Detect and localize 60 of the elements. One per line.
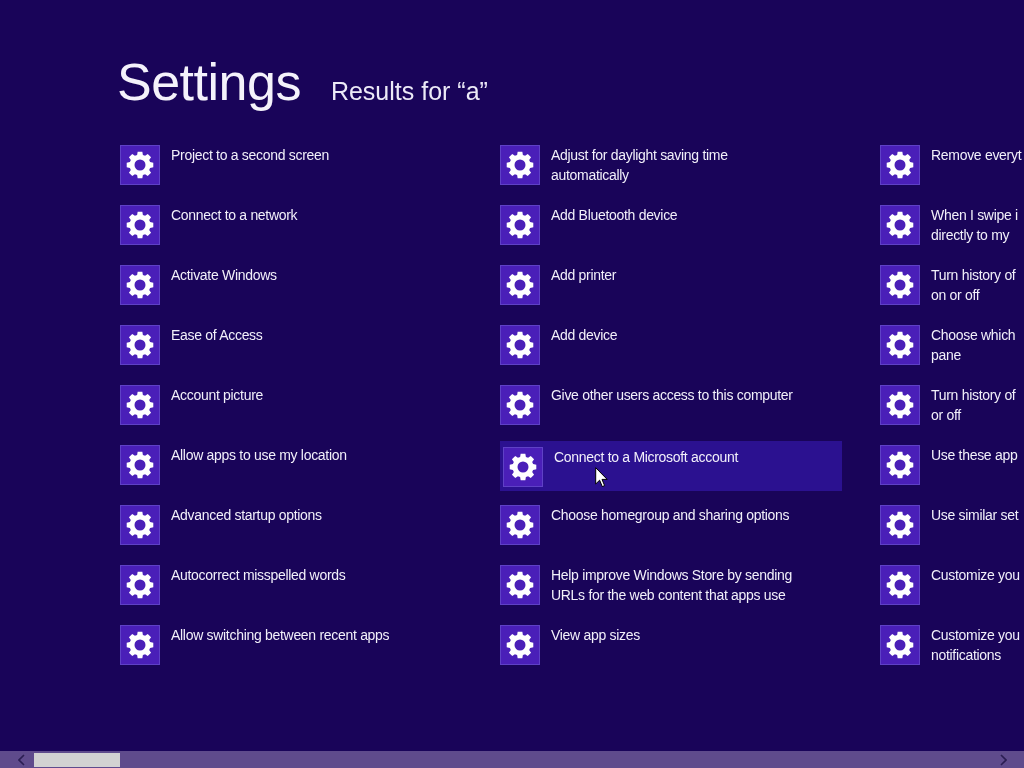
setting-result[interactable]: Use similar set [880, 505, 1019, 545]
chevron-left-icon [17, 753, 25, 766]
setting-result[interactable]: Customize you [880, 565, 1020, 605]
setting-result[interactable]: Autocorrect misspelled words [120, 565, 346, 605]
setting-result[interactable]: Give other users access to this computer [500, 385, 793, 425]
setting-result[interactable]: Activate Windows [120, 265, 277, 305]
gear-icon [500, 325, 540, 365]
gear-icon [500, 265, 540, 305]
gear-icon [880, 265, 920, 305]
setting-result[interactable]: When I swipe i directly to my [880, 205, 1018, 245]
gear-icon [120, 445, 160, 485]
setting-result[interactable]: Choose which pane [880, 325, 1016, 365]
gear-icon [500, 505, 540, 545]
gear-icon [500, 205, 540, 245]
gear-icon [120, 145, 160, 185]
gear-icon [120, 385, 160, 425]
setting-result[interactable]: Project to a second screen [120, 145, 329, 185]
setting-result[interactable]: Remove everyt [880, 145, 1022, 185]
setting-result[interactable]: Customize you notifications [880, 625, 1020, 665]
setting-result[interactable]: Connect to a Microsoft account [500, 441, 842, 491]
setting-result[interactable]: Advanced startup options [120, 505, 322, 545]
gear-icon [503, 447, 543, 487]
setting-result[interactable]: Allow apps to use my location [120, 445, 347, 485]
setting-result[interactable]: View app sizes [500, 625, 640, 665]
gear-icon [500, 145, 540, 185]
setting-result[interactable]: Choose homegroup and sharing options [500, 505, 790, 545]
setting-result[interactable]: Allow switching between recent apps [120, 625, 390, 665]
setting-result[interactable]: Turn history of on or off [880, 265, 1016, 305]
setting-result[interactable]: Add Bluetooth device [500, 205, 678, 245]
horizontal-scrollbar[interactable] [0, 751, 1024, 768]
gear-icon [120, 565, 160, 605]
setting-result[interactable]: Ease of Access [120, 325, 263, 365]
gear-icon [880, 385, 920, 425]
gear-icon [880, 205, 920, 245]
gear-icon [120, 325, 160, 365]
mouse-pointer-icon [595, 467, 608, 488]
setting-result[interactable]: Help improve Windows Store by sending URLs for the web content that apps use [500, 565, 793, 605]
gear-icon [500, 625, 540, 665]
setting-result[interactable]: Add printer [500, 265, 617, 305]
gear-icon [880, 565, 920, 605]
setting-result[interactable]: Account picture [120, 385, 263, 425]
setting-result[interactable]: Turn history of or off [880, 385, 1016, 425]
gear-icon [880, 505, 920, 545]
gear-icon [500, 565, 540, 605]
gear-icon [880, 325, 920, 365]
gear-icon [120, 505, 160, 545]
setting-result[interactable]: Connect to a network [120, 205, 298, 245]
search-results-heading: Results for “a” [330, 79, 488, 104]
setting-result[interactable]: Use these app [880, 445, 1018, 485]
gear-icon [880, 145, 920, 185]
setting-result[interactable]: Add device [500, 325, 618, 365]
gear-icon [120, 625, 160, 665]
gear-icon [120, 265, 160, 305]
gear-icon [880, 625, 920, 665]
scrollbar-thumb[interactable] [34, 752, 120, 767]
chevron-right-icon [999, 753, 1007, 766]
gear-icon [120, 205, 160, 245]
setting-result[interactable]: Adjust for daylight saving time automatically [500, 145, 728, 185]
gear-icon [500, 385, 540, 425]
gear-icon [880, 445, 920, 485]
